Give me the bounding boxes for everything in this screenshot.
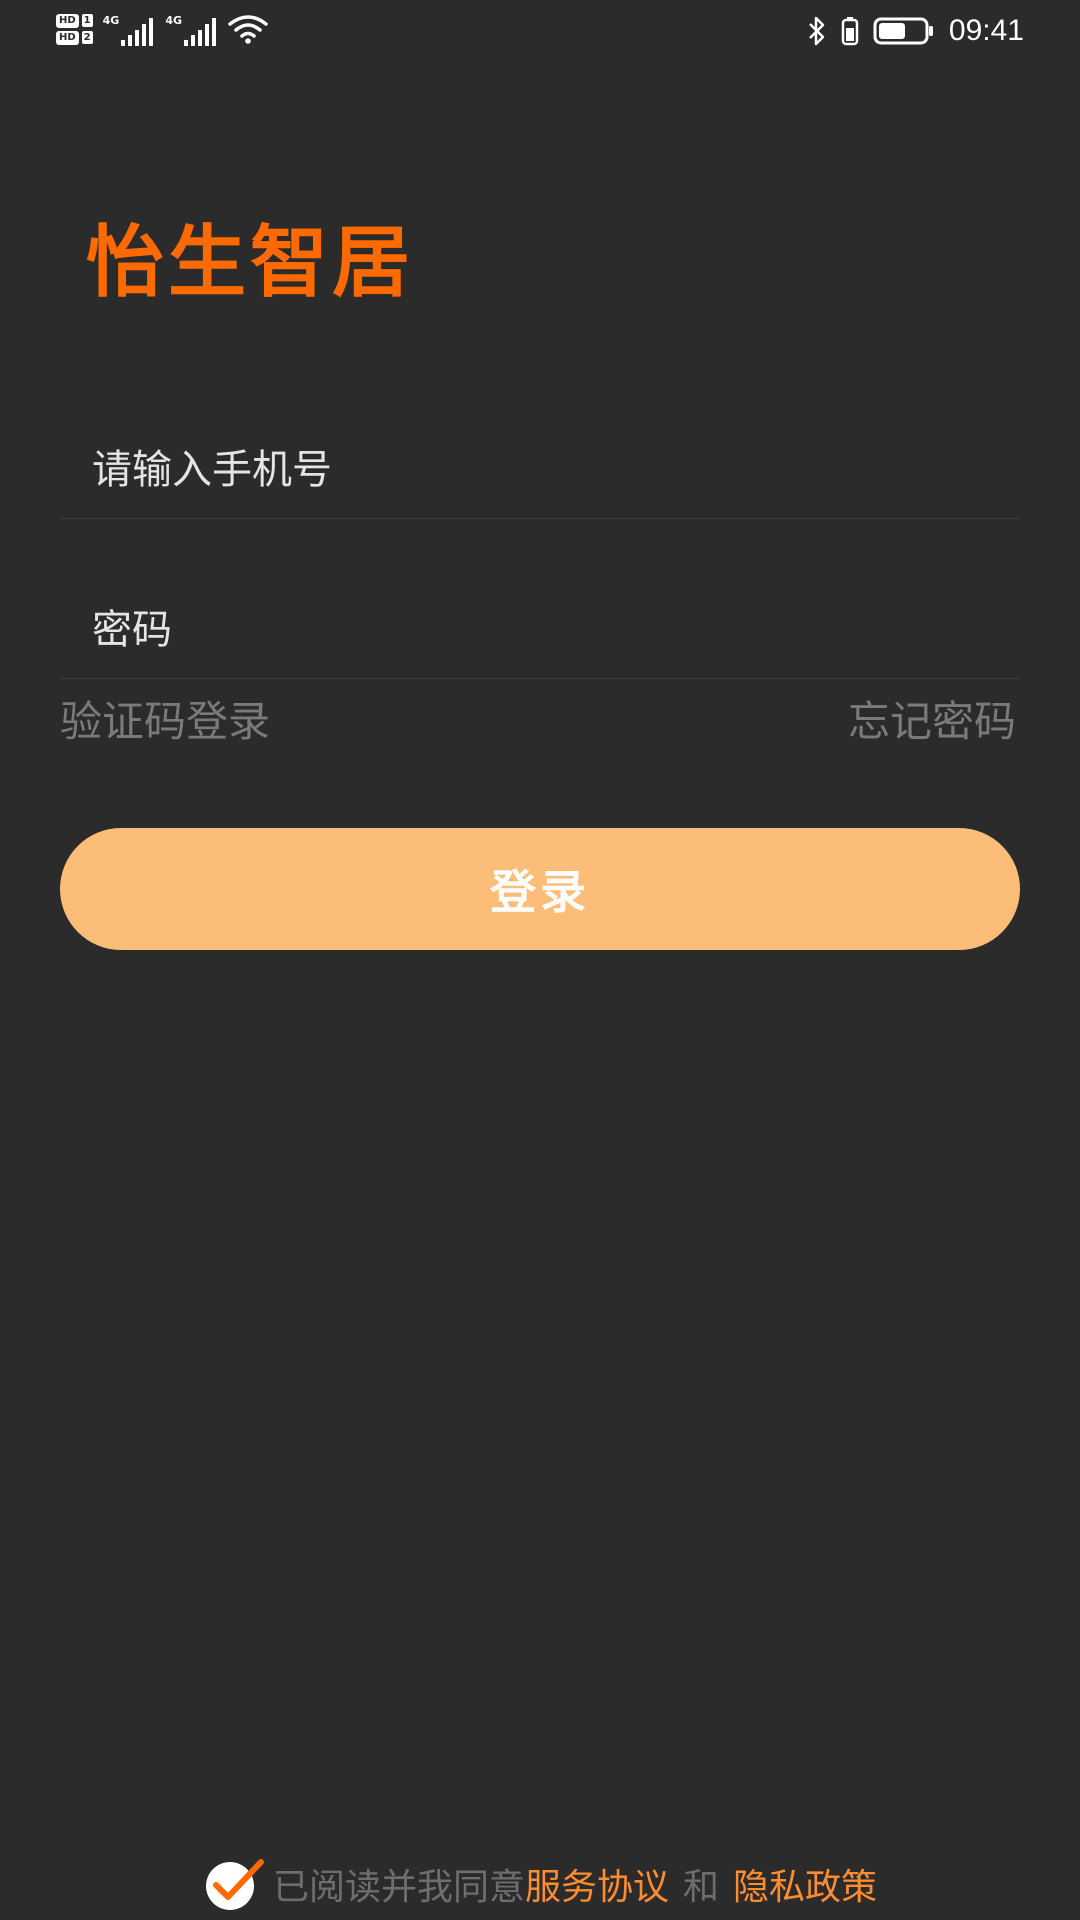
bluetooth-icon (809, 16, 825, 46)
phone-field[interactable] (60, 420, 1020, 519)
status-bar-left: HD 1 HD 2 4G 4G (56, 12, 268, 46)
phone-battery-icon (841, 17, 859, 46)
login-button[interactable]: 登录 (60, 828, 1020, 950)
privacy-policy-link[interactable]: 隐私政策 (733, 1858, 877, 1910)
cell-signal-icon (121, 18, 154, 46)
password-field[interactable] (60, 580, 1020, 679)
sim2-hd-badge: HD (56, 30, 79, 45)
checkmark-icon (205, 1859, 264, 1910)
agreement-row: 已阅读并我同意 服务协议 和 隐私政策 (0, 1852, 1080, 1916)
hd-sim-icon: HD 1 HD 2 (56, 13, 93, 45)
phone-input[interactable] (92, 440, 992, 500)
status-bar-right: 09:41 (807, 12, 1024, 50)
sim2-number: 2 (81, 31, 93, 44)
cell-signal-1: 4G (103, 12, 156, 46)
wifi-icon (228, 15, 268, 44)
login-screen: HD 1 HD 2 4G 4G 09:41 怡生智居 请输入手机号 验证码登录 … (0, 0, 1080, 1920)
forgot-password-link[interactable]: 忘记密码 (848, 688, 1016, 749)
network-type-1: 4G (102, 14, 120, 27)
password-input[interactable] (92, 600, 992, 660)
agreement-checkbox[interactable] (203, 1856, 265, 1912)
sim1-hd-badge: HD (56, 13, 79, 28)
service-agreement-link[interactable]: 服务协议 (525, 1858, 669, 1910)
secondary-links: 验证码登录 忘记密码 (60, 688, 1020, 748)
app-title: 怡生智居 (86, 218, 415, 308)
status-bar: HD 1 HD 2 4G 4G 09:41 (0, 0, 1080, 62)
status-time: 09:41 (948, 14, 1024, 47)
battery-icon (873, 17, 933, 45)
sim1-number: 1 (81, 14, 93, 27)
sms-login-link[interactable]: 验证码登录 (60, 688, 270, 749)
agreement-and: 和 (683, 1867, 720, 1908)
battery-level-fill (878, 23, 905, 39)
agreement-prefix: 已阅读并我同意 (272, 1867, 525, 1908)
cell-signal-icon (184, 18, 217, 46)
cell-signal-2: 4G (165, 12, 218, 46)
network-type-2: 4G (165, 14, 183, 27)
